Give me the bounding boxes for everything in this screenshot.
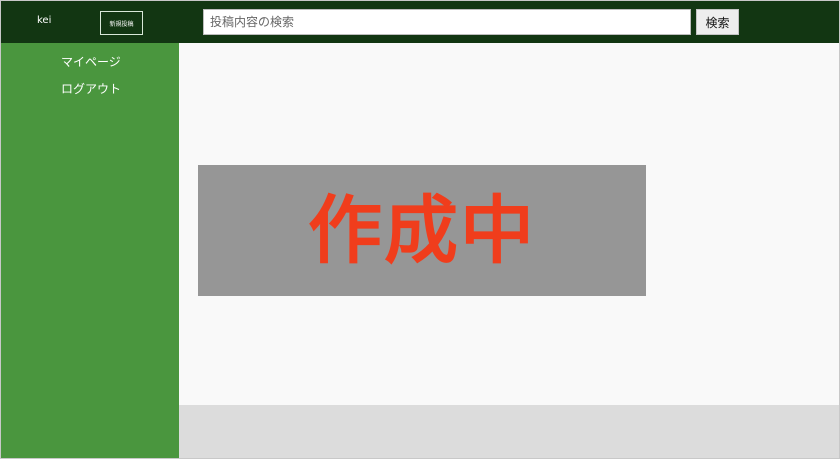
new-post-button[interactable]: 新規投稿: [100, 11, 143, 35]
sidebar-item-logout[interactable]: ログアウト: [61, 80, 121, 97]
search-button[interactable]: 検索: [696, 9, 739, 35]
sidebar: マイページ ログアウト: [1, 43, 179, 458]
under-construction-banner: 作成中: [198, 165, 646, 296]
main-content: 作成中: [179, 43, 839, 405]
under-construction-text: 作成中: [308, 187, 536, 274]
search-input[interactable]: [203, 9, 691, 35]
app-frame: kei 新規投稿 検索 マイページ ログアウト 作成中: [0, 0, 840, 459]
sidebar-item-mypage[interactable]: マイページ: [61, 53, 121, 70]
username-label: kei: [37, 15, 52, 26]
header-bar: kei 新規投稿 検索: [1, 1, 839, 43]
footer: [179, 405, 839, 458]
